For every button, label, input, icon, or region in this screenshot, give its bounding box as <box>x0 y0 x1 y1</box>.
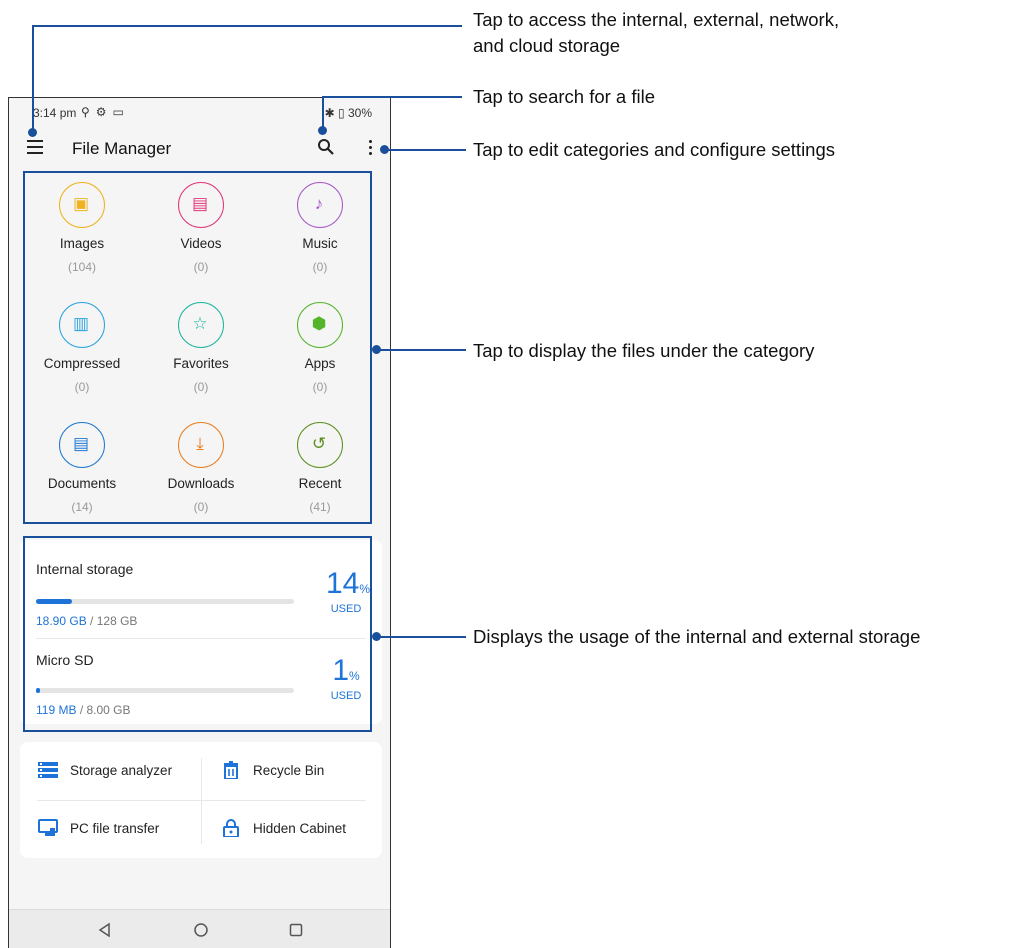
storage-analyzer-icon <box>38 762 58 778</box>
annotation-storage: Displays the usage of the internal and e… <box>473 626 921 647</box>
status-notification-icons: ⚲⚙▭ <box>81 105 130 119</box>
recycle-bin-label: Recycle Bin <box>253 763 325 778</box>
app-bar: File Manager <box>9 128 390 168</box>
divider <box>201 758 202 844</box>
callout-line <box>32 25 34 132</box>
search-icon[interactable] <box>317 138 335 156</box>
callout-line <box>376 636 466 638</box>
tools-card: Storage analyzer Recycle Bin PC file tra… <box>20 742 382 858</box>
storage-analyzer-label: Storage analyzer <box>70 763 173 778</box>
recycle-bin-button[interactable]: Recycle Bin <box>221 761 361 783</box>
pc-file-transfer-label: PC file transfer <box>70 821 160 836</box>
divider <box>37 800 366 801</box>
trash-icon <box>224 761 238 779</box>
more-options-icon[interactable] <box>368 140 374 156</box>
bluetooth-icon: ✱ <box>324 106 335 120</box>
battery-icon: ▯ <box>338 106 345 120</box>
storage-highlight <box>23 536 372 732</box>
navigation-bar <box>9 909 390 948</box>
page-title: File Manager <box>72 139 172 158</box>
battery-level: 30% <box>347 106 372 120</box>
categories-highlight <box>23 171 372 524</box>
annotation-menu: Tap to access the internal, external, ne… <box>473 9 840 56</box>
back-icon[interactable] <box>97 922 111 938</box>
callout-line <box>384 149 466 151</box>
annotation-more: Tap to edit categories and configure set… <box>473 139 836 160</box>
home-icon[interactable] <box>193 922 209 938</box>
pc-file-transfer-button[interactable]: PC file transfer <box>38 819 188 841</box>
annotation-categories: Tap to display the files under the categ… <box>473 340 815 361</box>
callout-line <box>376 349 466 351</box>
menu-icon[interactable] <box>27 140 43 154</box>
recents-icon[interactable] <box>289 923 303 937</box>
status-system-icons: ✱ ▯ 30% <box>325 106 372 120</box>
callout-line <box>32 25 462 27</box>
pc-transfer-icon <box>38 819 58 836</box>
status-bar: 3:14 pm ⚲⚙▭ ✱ ▯ 30% <box>9 98 390 128</box>
hidden-cabinet-button[interactable]: Hidden Cabinet <box>221 819 371 841</box>
lock-icon <box>223 819 239 837</box>
hidden-cabinet-label: Hidden Cabinet <box>253 821 347 836</box>
annotation-search: Tap to search for a file <box>473 86 656 107</box>
callout-dot <box>318 126 327 135</box>
status-time: 3:14 pm <box>33 106 77 120</box>
callout-line <box>322 96 462 98</box>
storage-analyzer-button[interactable]: Storage analyzer <box>38 761 188 783</box>
callout-dot <box>28 128 37 137</box>
